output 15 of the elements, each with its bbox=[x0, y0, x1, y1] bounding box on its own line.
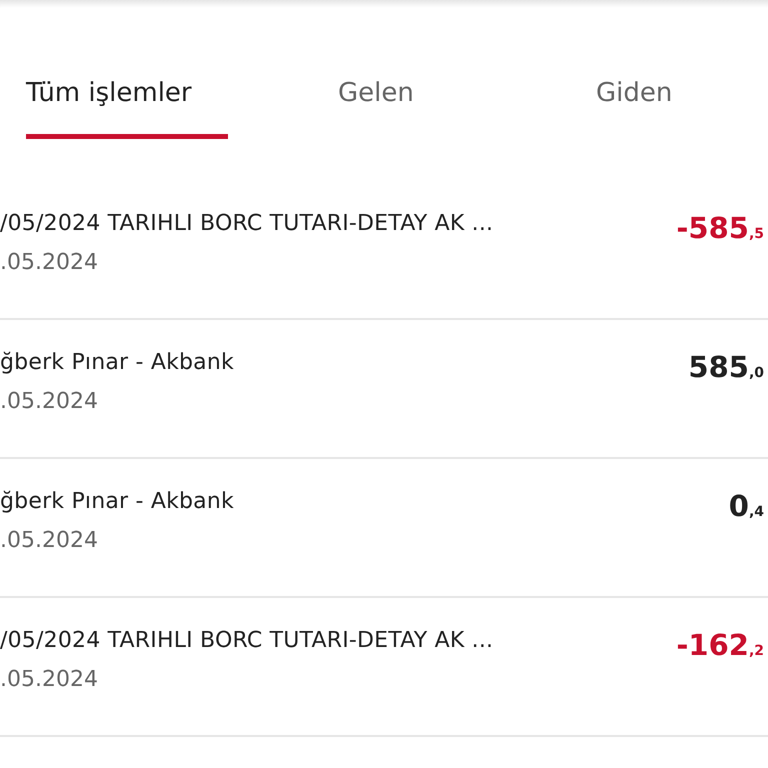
transaction-title: ğberk Pınar - Akbank bbox=[0, 489, 234, 514]
transaction-date: .05.2024 bbox=[0, 667, 99, 692]
transaction-title: /05/2024 TARIHLI BORC TUTARI-DETAY AK ... bbox=[0, 628, 494, 653]
transaction-date: .05.2024 bbox=[0, 528, 99, 553]
transaction-amount: 585,0 bbox=[688, 350, 765, 384]
transaction-amount: -162,2 bbox=[676, 628, 765, 662]
transaction-date: .05.2024 bbox=[0, 389, 99, 414]
tab[interactable]: Tüm işlemler bbox=[26, 66, 228, 139]
transaction-title: ğberk Pınar - Akbank bbox=[0, 350, 234, 375]
transaction-amount: 0,4 bbox=[728, 489, 765, 523]
transaction-date: .05.2024 bbox=[0, 250, 99, 275]
tab[interactable]: Giden bbox=[596, 66, 672, 139]
transaction-title: /05/2024 TARIHLI BORC TUTARI-DETAY AK ... bbox=[0, 211, 494, 236]
transaction-amount: -585,5 bbox=[676, 211, 765, 245]
tab[interactable]: Gelen bbox=[338, 66, 596, 139]
